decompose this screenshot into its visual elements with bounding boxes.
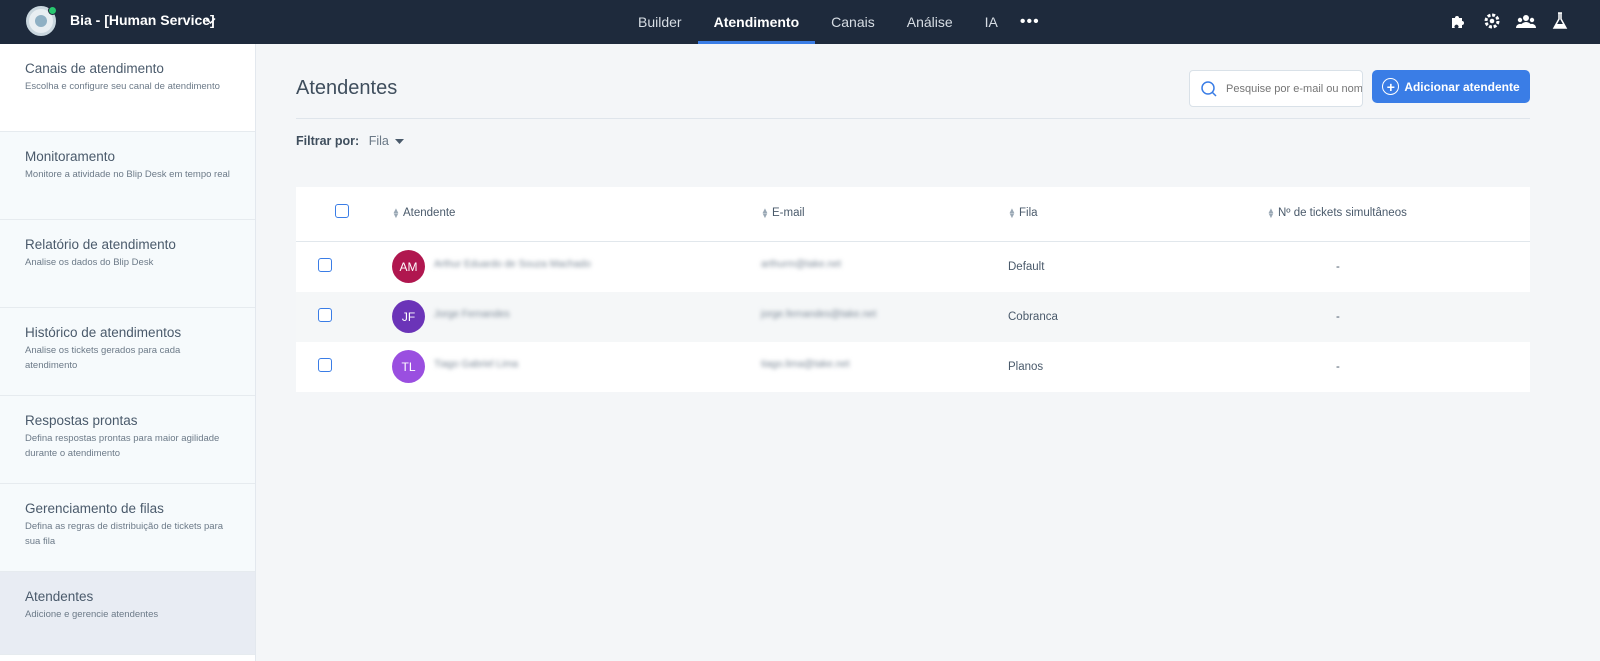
sidebar-item-title: Canais de atendimento xyxy=(25,61,164,76)
sidebar-item-description: Monitore a atividade no Blip Desk em tem… xyxy=(25,169,230,180)
top-icons xyxy=(1448,11,1570,31)
search-icon xyxy=(1200,80,1218,98)
attendant-email: arthurm@take.net xyxy=(761,259,842,270)
sort-icon: ▲ ▼ xyxy=(1267,206,1275,220)
select-all-checkbox[interactable] xyxy=(335,204,349,218)
more-menu-icon[interactable]: ••• xyxy=(1014,0,1046,44)
table-header: ▲ ▼ Atendente ▲ ▼ E-mail ▲ ▼ Fila ▲ ▼ Nº de … xyxy=(296,187,1530,242)
chevron-down-icon[interactable] xyxy=(205,14,216,28)
attendant-email: jorge.fernandes@take.net xyxy=(761,309,877,320)
column-label: Fila xyxy=(1019,207,1038,219)
nav-canais[interactable]: Canais xyxy=(815,0,891,44)
sidebar-item-monitoramento[interactable]: Monitoramento Monitore a atividade no Bl… xyxy=(0,132,255,220)
nav-analise[interactable]: Análise xyxy=(891,0,969,44)
plus-circle-icon: + xyxy=(1382,78,1400,95)
attendant-name: Tiago Gabriel Lima xyxy=(434,359,519,370)
filter-value: Fila xyxy=(368,134,389,148)
column-label: E-mail xyxy=(772,207,805,219)
row-checkbox[interactable] xyxy=(318,358,332,372)
column-label: Atendente xyxy=(403,207,456,219)
team-icon[interactable] xyxy=(1516,11,1536,31)
flask-icon[interactable] xyxy=(1550,11,1570,31)
sidebar-item-respostas[interactable]: Respostas prontas Defina respostas pront… xyxy=(0,396,255,484)
top-bar: Bia - [Human Service] Builder Atendiment… xyxy=(0,0,1600,44)
attendant-queue: Cobranca xyxy=(1008,311,1058,323)
attendant-queue: Default xyxy=(1008,261,1045,273)
filter-bar: Filtrar por: Fila xyxy=(296,134,405,148)
nav-builder[interactable]: Builder xyxy=(622,0,698,44)
sidebar-item-historico[interactable]: Histórico de atendimentos Analise os tic… xyxy=(0,308,255,396)
sort-icon: ▲ ▼ xyxy=(1008,206,1016,220)
main-nav: Builder Atendimento Canais Análise IA ••… xyxy=(622,0,1046,44)
sidebar-item-description: Analise os tickets gerados para cada ate… xyxy=(25,345,181,371)
search-input[interactable] xyxy=(1226,82,1362,95)
attendant-name: Arthur Eduardo de Souza Machado xyxy=(434,259,591,270)
attendant-queue: Planos xyxy=(1008,361,1044,373)
filter-select[interactable]: Fila xyxy=(369,134,405,148)
bot-name[interactable]: Bia - [Human Service] xyxy=(70,12,215,28)
column-header-fila[interactable]: ▲ ▼ Fila xyxy=(1008,206,1038,220)
filter-label: Filtrar por: xyxy=(296,134,360,148)
sort-icon: ▲ ▼ xyxy=(392,206,400,220)
sort-icon: ▲ ▼ xyxy=(761,206,769,220)
column-header-tickets[interactable]: ▲ ▼ Nº de tickets simultâneos xyxy=(1267,206,1407,220)
nav-ia[interactable]: IA xyxy=(969,0,1014,44)
column-header-atendente[interactable]: ▲ ▼ Atendente xyxy=(392,206,456,220)
sidebar-item-description: Defina respostas prontas para maior agil… xyxy=(25,433,220,459)
sidebar-item-title: Histórico de atendimentos xyxy=(25,325,182,340)
row-checkbox[interactable] xyxy=(318,308,332,322)
sidebar-item-title: Relatório de atendimento xyxy=(25,237,176,252)
sidebar-item-description: Analise os dados do Blip Desk xyxy=(25,257,154,268)
attendant-tickets: - xyxy=(1336,311,1340,323)
table-row[interactable]: AM Arthur Eduardo de Souza Machado arthu… xyxy=(296,242,1530,292)
sidebar-item-description: Adicione e gerencie atendentes xyxy=(25,609,159,620)
sidebar-item-title: Gerenciamento de filas xyxy=(25,501,164,516)
puzzle-icon[interactable] xyxy=(1448,11,1468,31)
sidebar-item-title: Monitoramento xyxy=(25,149,116,164)
online-status-dot xyxy=(48,6,57,15)
attendant-email: tiago.lima@take.net xyxy=(761,359,850,370)
avatar: JF xyxy=(392,300,425,333)
avatar: TL xyxy=(392,350,425,383)
column-header-email[interactable]: ▲ ▼ E-mail xyxy=(761,206,805,220)
sidebar: Canais de atendimento Escolha e configur… xyxy=(0,44,256,661)
bot-avatar-image xyxy=(35,15,47,27)
main-content: Atendentes + Adicionar atendente Filtrar… xyxy=(256,44,1600,661)
table-row[interactable]: JF Jorge Fernandes jorge.fernandes@take.… xyxy=(296,292,1530,342)
attendants-table: ▲ ▼ Atendente ▲ ▼ E-mail ▲ ▼ Fila ▲ ▼ Nº de … xyxy=(296,187,1530,392)
nav-atendimento[interactable]: Atendimento xyxy=(697,0,816,44)
sidebar-item-title: Atendentes xyxy=(25,589,94,604)
attendant-tickets: - xyxy=(1336,261,1340,273)
sidebar-item-atendentes[interactable]: Atendentes Adicione e gerencie atendente… xyxy=(0,572,255,655)
attendant-tickets: - xyxy=(1336,361,1340,373)
add-attendant-button[interactable]: + Adicionar atendente xyxy=(1372,70,1530,103)
column-label: Nº de tickets simultâneos xyxy=(1278,207,1407,219)
sidebar-item-title: Respostas prontas xyxy=(25,413,138,428)
row-checkbox[interactable] xyxy=(318,258,332,272)
add-attendant-label: Adicionar atendente xyxy=(1404,79,1520,94)
sidebar-item-relatorio[interactable]: Relatório de atendimento Analise os dado… xyxy=(0,220,255,308)
caret-down-icon xyxy=(395,138,405,144)
attendant-name: Jorge Fernandes xyxy=(434,309,510,320)
search-box[interactable] xyxy=(1189,70,1363,107)
page-title: Atendentes xyxy=(296,77,398,99)
sidebar-item-canais[interactable]: Canais de atendimento Escolha e configur… xyxy=(0,44,255,132)
gear-icon[interactable] xyxy=(1482,11,1502,31)
header-divider xyxy=(296,118,1530,119)
table-row[interactable]: TL Tiago Gabriel Lima tiago.lima@take.ne… xyxy=(296,342,1530,392)
avatar: AM xyxy=(392,250,425,283)
sidebar-item-description: Defina as regras de distribuição de tick… xyxy=(25,521,224,547)
sidebar-item-description: Escolha e configure seu canal de atendim… xyxy=(25,81,220,92)
sidebar-item-filas[interactable]: Gerenciamento de filas Defina as regras … xyxy=(0,484,255,572)
